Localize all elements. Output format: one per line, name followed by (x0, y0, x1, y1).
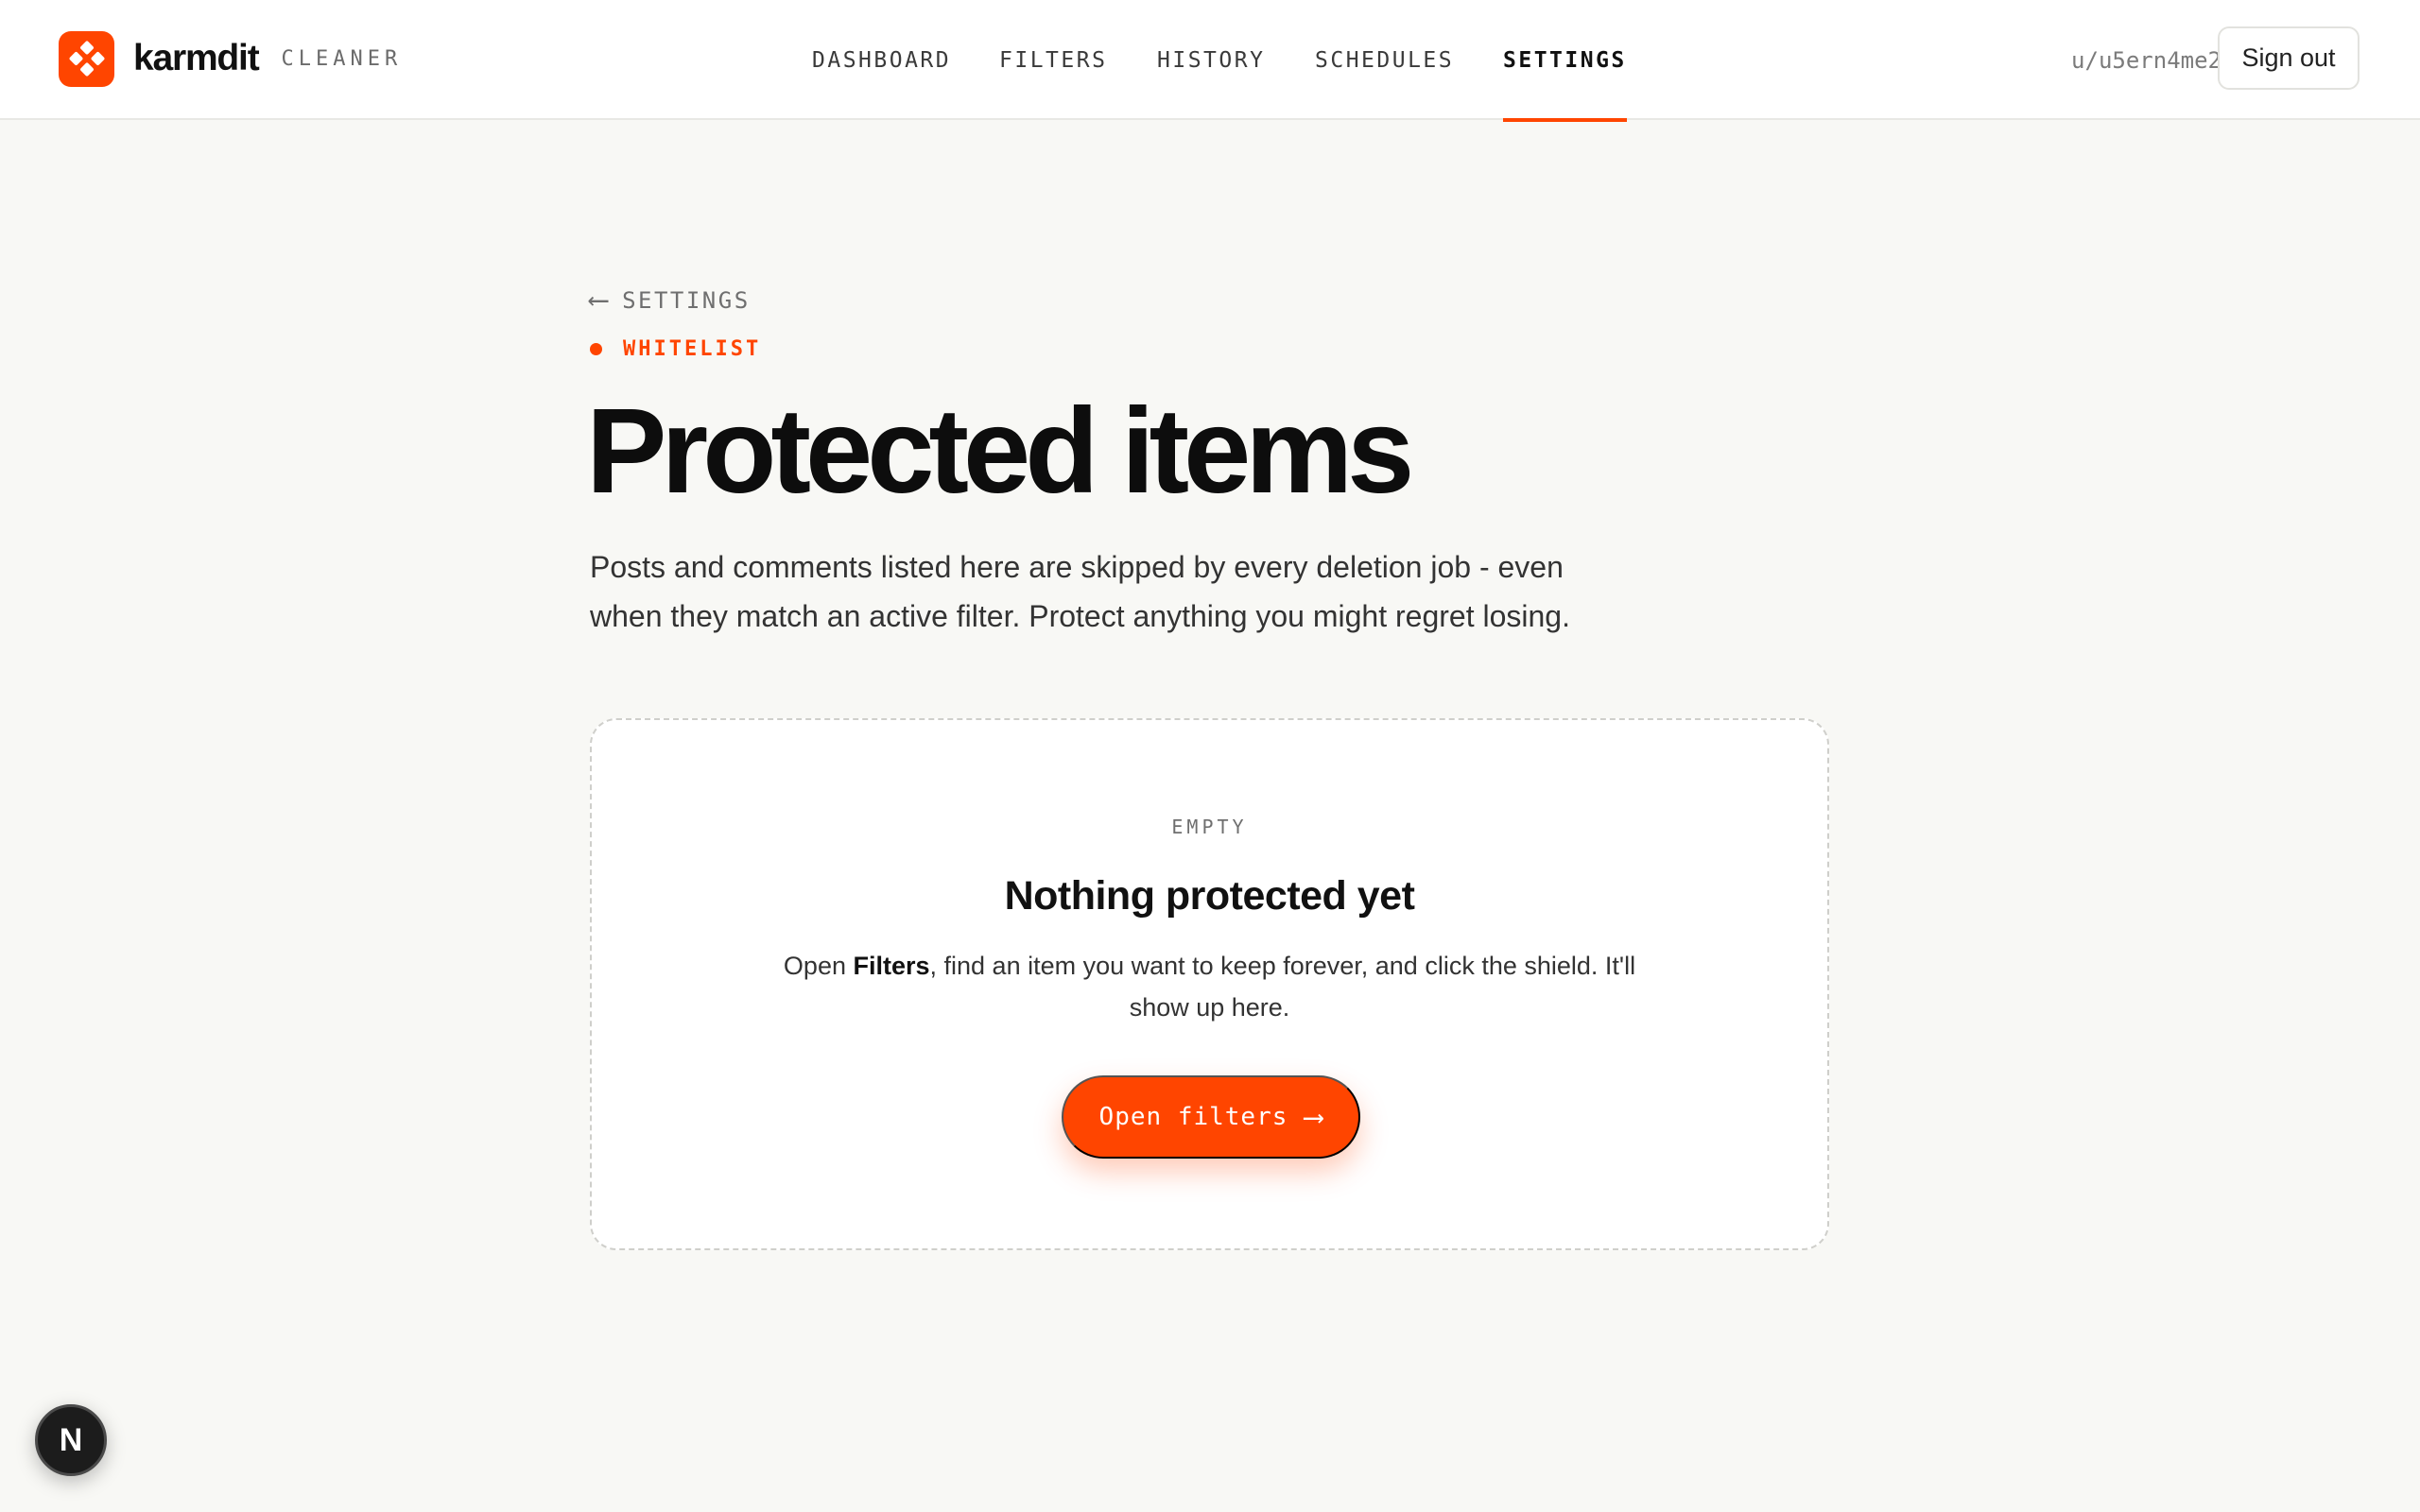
empty-text-filters: Filters (853, 952, 930, 980)
dot-icon (590, 343, 602, 355)
username: u/u5ern4me2 (2071, 46, 2221, 74)
empty-state-title: Nothing protected yet (1004, 873, 1415, 919)
nav-history[interactable]: HISTORY (1157, 0, 1265, 120)
empty-state-label: EMPTY (1171, 816, 1248, 838)
dev-tools-badge[interactable]: N (35, 1404, 107, 1476)
nav-settings[interactable]: SETTINGS (1503, 0, 1627, 122)
page-description: Posts and comments listed here are skipp… (590, 550, 1570, 633)
kicker-label: WHITELIST (623, 337, 762, 361)
empty-state-card: EMPTY Nothing protected yet Open Filters… (590, 718, 1829, 1250)
main-nav: DASHBOARD FILTERS HISTORY SCHEDULES SETT… (0, 0, 2420, 122)
nav-dashboard[interactable]: DASHBOARD (812, 0, 951, 120)
nav-schedules[interactable]: SCHEDULES (1315, 0, 1454, 120)
empty-state-text: Open Filters, find an item you want to k… (781, 945, 1638, 1028)
back-link-label: SETTINGS (622, 286, 751, 314)
empty-text-before: Open (783, 952, 854, 980)
nav-filters[interactable]: FILTERS (999, 0, 1107, 120)
open-filters-label: Open filters (1098, 1103, 1288, 1131)
section-kicker: WHITELIST (590, 337, 761, 361)
back-to-settings-link[interactable]: ⟵ SETTINGS (590, 284, 751, 317)
top-navigation-bar: karmdit CLEANER DASHBOARD FILTERS HISTOR… (0, 0, 2420, 122)
empty-text-after: , find an item you want to keep forever,… (929, 952, 1636, 1022)
arrow-left-icon: ⟵ (590, 284, 608, 317)
page-title: Protected items (586, 384, 1414, 519)
open-filters-button[interactable]: Open filters ⟶ (1062, 1075, 1360, 1159)
sign-out-button[interactable]: Sign out (2218, 26, 2360, 90)
arrow-right-icon: ⟶ (1305, 1100, 1323, 1134)
